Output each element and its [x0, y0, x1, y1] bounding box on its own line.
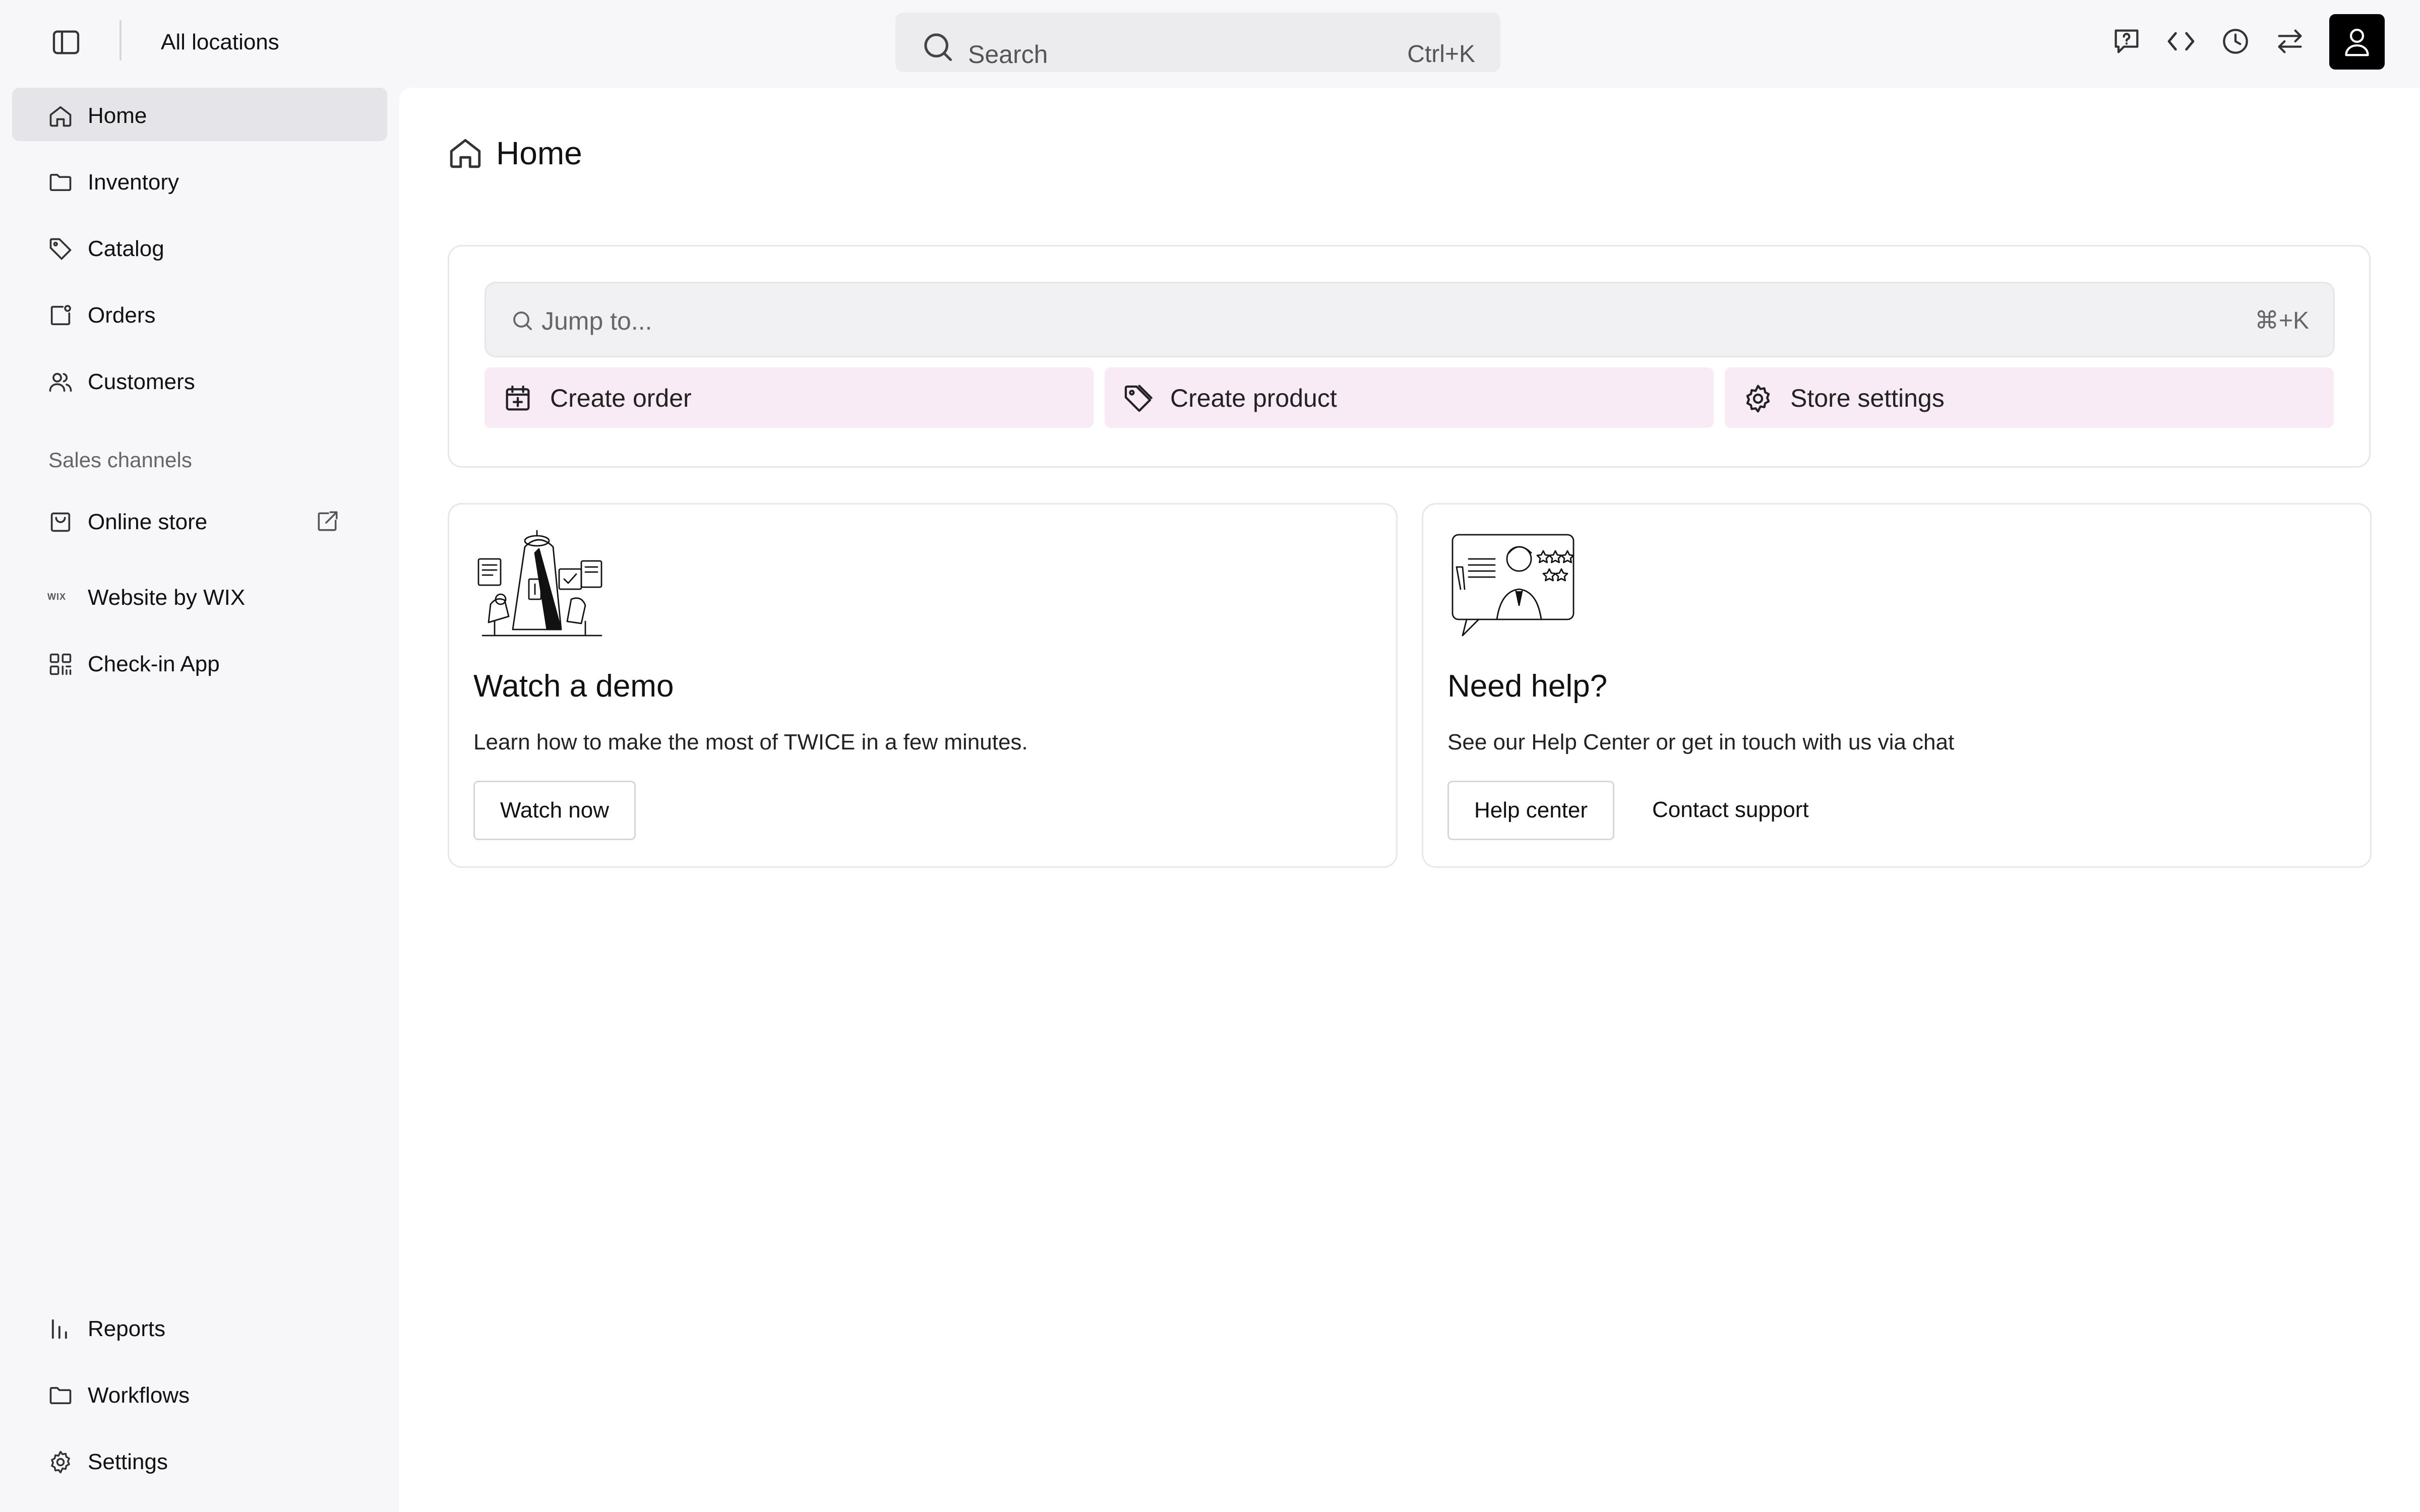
help-title: Need help? [1447, 669, 1608, 704]
store-settings-label: Store settings [1790, 384, 1945, 412]
search-icon [510, 308, 534, 333]
sidebar-item-orders[interactable]: Orders [12, 287, 387, 341]
qr-icon [47, 651, 74, 677]
home-icon [47, 103, 74, 129]
quick-actions-card: Jump to... ⌘+K Create order Create produ… [448, 245, 2371, 468]
help-illustration [1446, 529, 1583, 645]
watch-demo-card: Watch a demo Learn how to make the most … [448, 503, 1398, 868]
sidebar-item-label: Home [88, 103, 147, 128]
sidebar-item-check-in-app[interactable]: Check-in App [12, 636, 387, 689]
sidebar-item-online-store[interactable]: Online store [12, 494, 387, 547]
sidebar: Home Inventory Catalog Orders Customers … [0, 85, 398, 1512]
sidebar-item-label: Website by WIX [88, 585, 246, 610]
jump-placeholder: Jump to... [541, 307, 652, 335]
sidebar-item-website-wix[interactable]: WIX Website by WIX [12, 570, 387, 623]
clock-icon[interactable] [2219, 25, 2252, 57]
sidebar-item-settings[interactable]: Settings [12, 1434, 387, 1487]
sidebar-item-label: Inventory [88, 170, 179, 195]
wix-mark: WIX [47, 592, 66, 602]
folder-icon [47, 1382, 74, 1409]
external-link-icon[interactable] [315, 509, 340, 534]
watch-now-button[interactable]: Watch now [473, 781, 636, 840]
jump-to-input[interactable]: Jump to... ⌘+K [485, 282, 2335, 357]
create-product-button[interactable]: Create product [1105, 367, 1714, 428]
help-center-button[interactable]: Help center [1447, 781, 1615, 840]
switch-icon[interactable] [2274, 25, 2306, 57]
sidebar-item-workflows[interactable]: Workflows [12, 1367, 387, 1421]
chart-icon [47, 1316, 74, 1342]
store-icon [47, 509, 74, 535]
demo-title: Watch a demo [473, 669, 674, 704]
user-icon [2345, 29, 2369, 56]
folder-icon [47, 169, 74, 196]
code-icon[interactable] [2165, 25, 2197, 57]
sidebar-item-reports[interactable]: Reports [12, 1301, 387, 1354]
need-help-card: Need help? See our Help Center or get in… [1422, 503, 2372, 868]
demo-illustration [472, 529, 609, 645]
search-shortcut: Ctrl+K [1407, 41, 1475, 68]
create-product-label: Create product [1170, 384, 1337, 412]
sidebar-item-home[interactable]: Home [12, 88, 387, 141]
tag-icon [1122, 383, 1154, 415]
sidebar-item-customers[interactable]: Customers [12, 354, 387, 407]
demo-description: Learn how to make the most of TWICE in a… [473, 730, 1028, 754]
sales-channels-heading: Sales channels [48, 448, 192, 472]
orders-icon [47, 302, 74, 329]
user-avatar-button[interactable] [2329, 14, 2385, 70]
sidebar-item-label: Workflows [88, 1383, 190, 1408]
sidebar-item-catalog[interactable]: Catalog [12, 221, 387, 274]
top-bar: All locations Search Ctrl+K [0, 0, 2420, 85]
sidebar-item-label: Orders [88, 303, 156, 328]
create-order-label: Create order [550, 384, 692, 412]
gear-icon [47, 1449, 74, 1475]
sidebar-item-label: Reports [88, 1316, 166, 1341]
create-order-button[interactable]: Create order [485, 367, 1094, 428]
help-description: See our Help Center or get in touch with… [1447, 730, 1955, 754]
gear-icon [1742, 383, 1774, 415]
sidebar-item-label: Settings [88, 1450, 168, 1474]
sidebar-item-inventory[interactable]: Inventory [12, 154, 387, 208]
location-selector[interactable]: All locations [161, 29, 279, 55]
sidebar-item-label: Online store [88, 510, 208, 534]
sidebar-item-label: Catalog [88, 236, 164, 261]
store-settings-button[interactable]: Store settings [1725, 367, 2334, 428]
sidebar-item-label: Customers [88, 369, 195, 394]
users-icon [47, 369, 74, 395]
tag-icon [47, 236, 74, 262]
contact-support-link[interactable]: Contact support [1652, 797, 1809, 823]
help-icon[interactable] [2110, 25, 2143, 57]
jump-shortcut: ⌘+K [2254, 307, 2309, 334]
main-panel: Home Jump to... ⌘+K Create order Create … [399, 88, 2420, 1512]
search-placeholder: Search [968, 40, 1048, 69]
wix-icon: WIX [47, 585, 74, 611]
search-icon [921, 30, 955, 64]
calendar-plus-icon [502, 383, 534, 415]
page-title: Home [496, 135, 582, 171]
topbar-divider [119, 20, 122, 60]
home-icon [447, 134, 484, 171]
sidebar-item-label: Check-in App [88, 652, 220, 676]
sidebar-toggle-icon[interactable] [48, 26, 84, 58]
global-search[interactable]: Search Ctrl+K [895, 13, 1500, 72]
